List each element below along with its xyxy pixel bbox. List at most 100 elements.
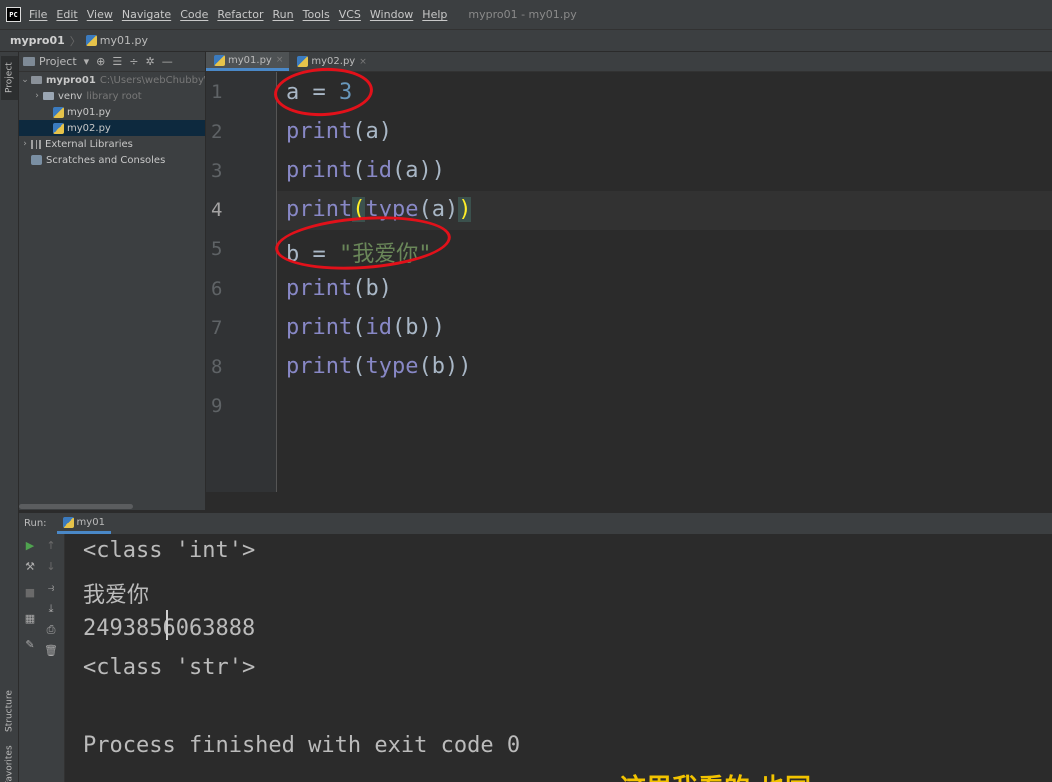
project-tool-tab[interactable]: Project (1, 56, 18, 100)
hide-icon[interactable]: — (162, 55, 173, 68)
line-number: 2 (211, 121, 223, 143)
left-tool-stripe: Project Structure Favorites (0, 52, 19, 782)
scratches-icon (31, 155, 42, 165)
code-line-8: print(type(b)) (286, 354, 471, 379)
line-number: 5 (211, 238, 223, 260)
code-token: (a) (418, 197, 459, 222)
console-line: <class 'str'> (83, 655, 256, 680)
rerun-icon[interactable]: ▶ (23, 539, 37, 552)
code-token-string: "我爱你" (339, 242, 432, 267)
tree-item-root[interactable]: ⌄ mypro01 C:\Users\webChubby\P (19, 72, 205, 88)
line-number: 1 (211, 81, 223, 103)
menu-vcs[interactable]: VCS (339, 8, 361, 21)
console-line: <class 'int'> (83, 538, 256, 563)
menu-tools[interactable]: Tools (303, 8, 330, 21)
editor-tab-bar: my01.py × my02.py × (206, 52, 1052, 72)
console-line: 我爱你 (83, 583, 150, 608)
line-number: 4 (211, 199, 223, 221)
python-file-icon (297, 56, 309, 67)
close-icon[interactable]: × (276, 55, 284, 65)
library-icon (31, 139, 41, 149)
chevron-right-icon[interactable]: › (31, 91, 43, 101)
scroll-up-icon[interactable]: ↑ (44, 539, 58, 552)
code-token-builtin: print (286, 354, 353, 379)
menu-navigate[interactable]: Navigate (122, 8, 171, 21)
stop-icon[interactable]: ■ (23, 586, 37, 599)
code-token: ( (352, 315, 366, 340)
code-token-builtin: print (286, 276, 353, 301)
video-subtitle: 这里我看的 也同 (620, 768, 811, 782)
code-token-builtin: print (286, 119, 353, 144)
pin-icon[interactable]: ✎ (23, 638, 37, 651)
soft-wrap-icon[interactable]: ⥽ (44, 581, 58, 595)
run-toolbar: ▶ ↑ ⚒ ↓ ⥽ ■ ⤓ ▦ ⎙ ✎ 🗑 (19, 534, 65, 782)
structure-tool-tab[interactable]: Structure (1, 682, 18, 740)
gear-icon[interactable]: ✲ (145, 55, 154, 68)
console-line: Process finished with exit code 0 (83, 733, 521, 758)
line-number: 8 (211, 356, 223, 378)
folder-icon (31, 76, 42, 84)
tree-scratches-label: Scratches and Consoles (46, 154, 166, 166)
tab-my02[interactable]: my02.py × (289, 52, 372, 71)
wrench-icon[interactable]: ⚒ (23, 560, 37, 573)
horizontal-scrollbar[interactable] (19, 504, 133, 509)
scroll-down-icon[interactable]: ↓ (44, 560, 58, 573)
pycharm-logo-icon: PC (6, 7, 21, 22)
tree-item-my02[interactable]: my02.py (19, 120, 205, 136)
project-toolbar: Project ▾ ⊕ ☰ ÷ ✲ — (19, 52, 205, 72)
breadcrumb-file[interactable]: my01.py (100, 34, 148, 47)
run-console[interactable]: <class 'int'> 我爱你 2493856063888 <class '… (66, 534, 1052, 782)
line-number-gutter: 1 2 3 4 5 6 7 8 9 (206, 72, 276, 492)
code-token: = (299, 242, 339, 267)
menu-code[interactable]: Code (180, 8, 208, 21)
collapse-all-icon[interactable]: ÷ (129, 55, 138, 68)
code-line-1: a = 3 (286, 80, 352, 105)
tree-item-venv[interactable]: › venv library root (19, 88, 205, 104)
tab-my01[interactable]: my01.py × (206, 52, 290, 71)
code-line-5: b = "我爱你" (286, 236, 432, 268)
expand-all-icon[interactable]: ☰ (112, 55, 122, 68)
locate-icon[interactable]: ⊕ (96, 55, 105, 68)
breadcrumb-project[interactable]: mypro01 (10, 34, 65, 47)
project-view-selector[interactable]: Project (39, 55, 77, 68)
menu-edit[interactable]: Edit (56, 8, 77, 21)
menu-run[interactable]: Run (273, 8, 294, 21)
tree-file-my01: my01.py (67, 106, 111, 118)
print-icon[interactable]: ⎙ (44, 623, 58, 637)
tree-item-scratches[interactable]: Scratches and Consoles (19, 152, 205, 168)
layout-icon[interactable]: ▦ (23, 612, 37, 625)
python-file-icon (53, 122, 64, 134)
menu-help[interactable]: Help (422, 8, 447, 21)
project-panel: Project ▾ ⊕ ☰ ÷ ✲ — ⌄ mypro01 C:\Users\w… (19, 52, 206, 510)
chevron-down-icon[interactable]: ⌄ (19, 75, 31, 85)
menu-view[interactable]: View (87, 8, 113, 21)
menu-window[interactable]: Window (370, 8, 413, 21)
code-token-builtin: type (365, 197, 419, 222)
gutter-divider (276, 72, 277, 492)
menu-file[interactable]: File (29, 8, 47, 21)
dropdown-arrow-icon[interactable]: ▾ (84, 55, 90, 68)
window-title: mypro01 - my01.py (468, 8, 577, 21)
folder-icon (43, 92, 54, 100)
menu-bar: PC File Edit View Navigate Code Refactor… (0, 0, 1052, 30)
python-file-icon (53, 106, 64, 118)
tree-item-my01[interactable]: my01.py (19, 104, 205, 120)
line-number: 9 (211, 395, 223, 417)
close-icon[interactable]: × (359, 57, 367, 67)
code-token-builtin: id (365, 158, 392, 183)
code-token: ( (352, 158, 366, 183)
trash-icon[interactable]: 🗑 (44, 644, 58, 657)
menu-refactor[interactable]: Refactor (217, 8, 263, 21)
project-tree: ⌄ mypro01 C:\Users\webChubby\P › venv li… (19, 72, 205, 168)
code-line-3: print(id(a)) (286, 158, 445, 183)
console-line: 2493856063888 (83, 616, 256, 641)
code-token-builtin: print (286, 197, 353, 222)
scroll-to-end-icon[interactable]: ⤓ (44, 602, 58, 616)
tree-item-external-libraries[interactable]: › External Libraries (19, 136, 205, 152)
python-file-icon (214, 54, 225, 66)
chevron-right-icon[interactable]: › (19, 139, 31, 149)
run-tab-my01[interactable]: my01 (56, 513, 111, 534)
code-token: (b)) (418, 354, 472, 379)
favorites-tool-tab[interactable]: Favorites (1, 746, 18, 782)
code-editor[interactable]: 1 2 3 4 5 6 7 8 9 a = 3 print(a) print(i… (206, 72, 1052, 510)
